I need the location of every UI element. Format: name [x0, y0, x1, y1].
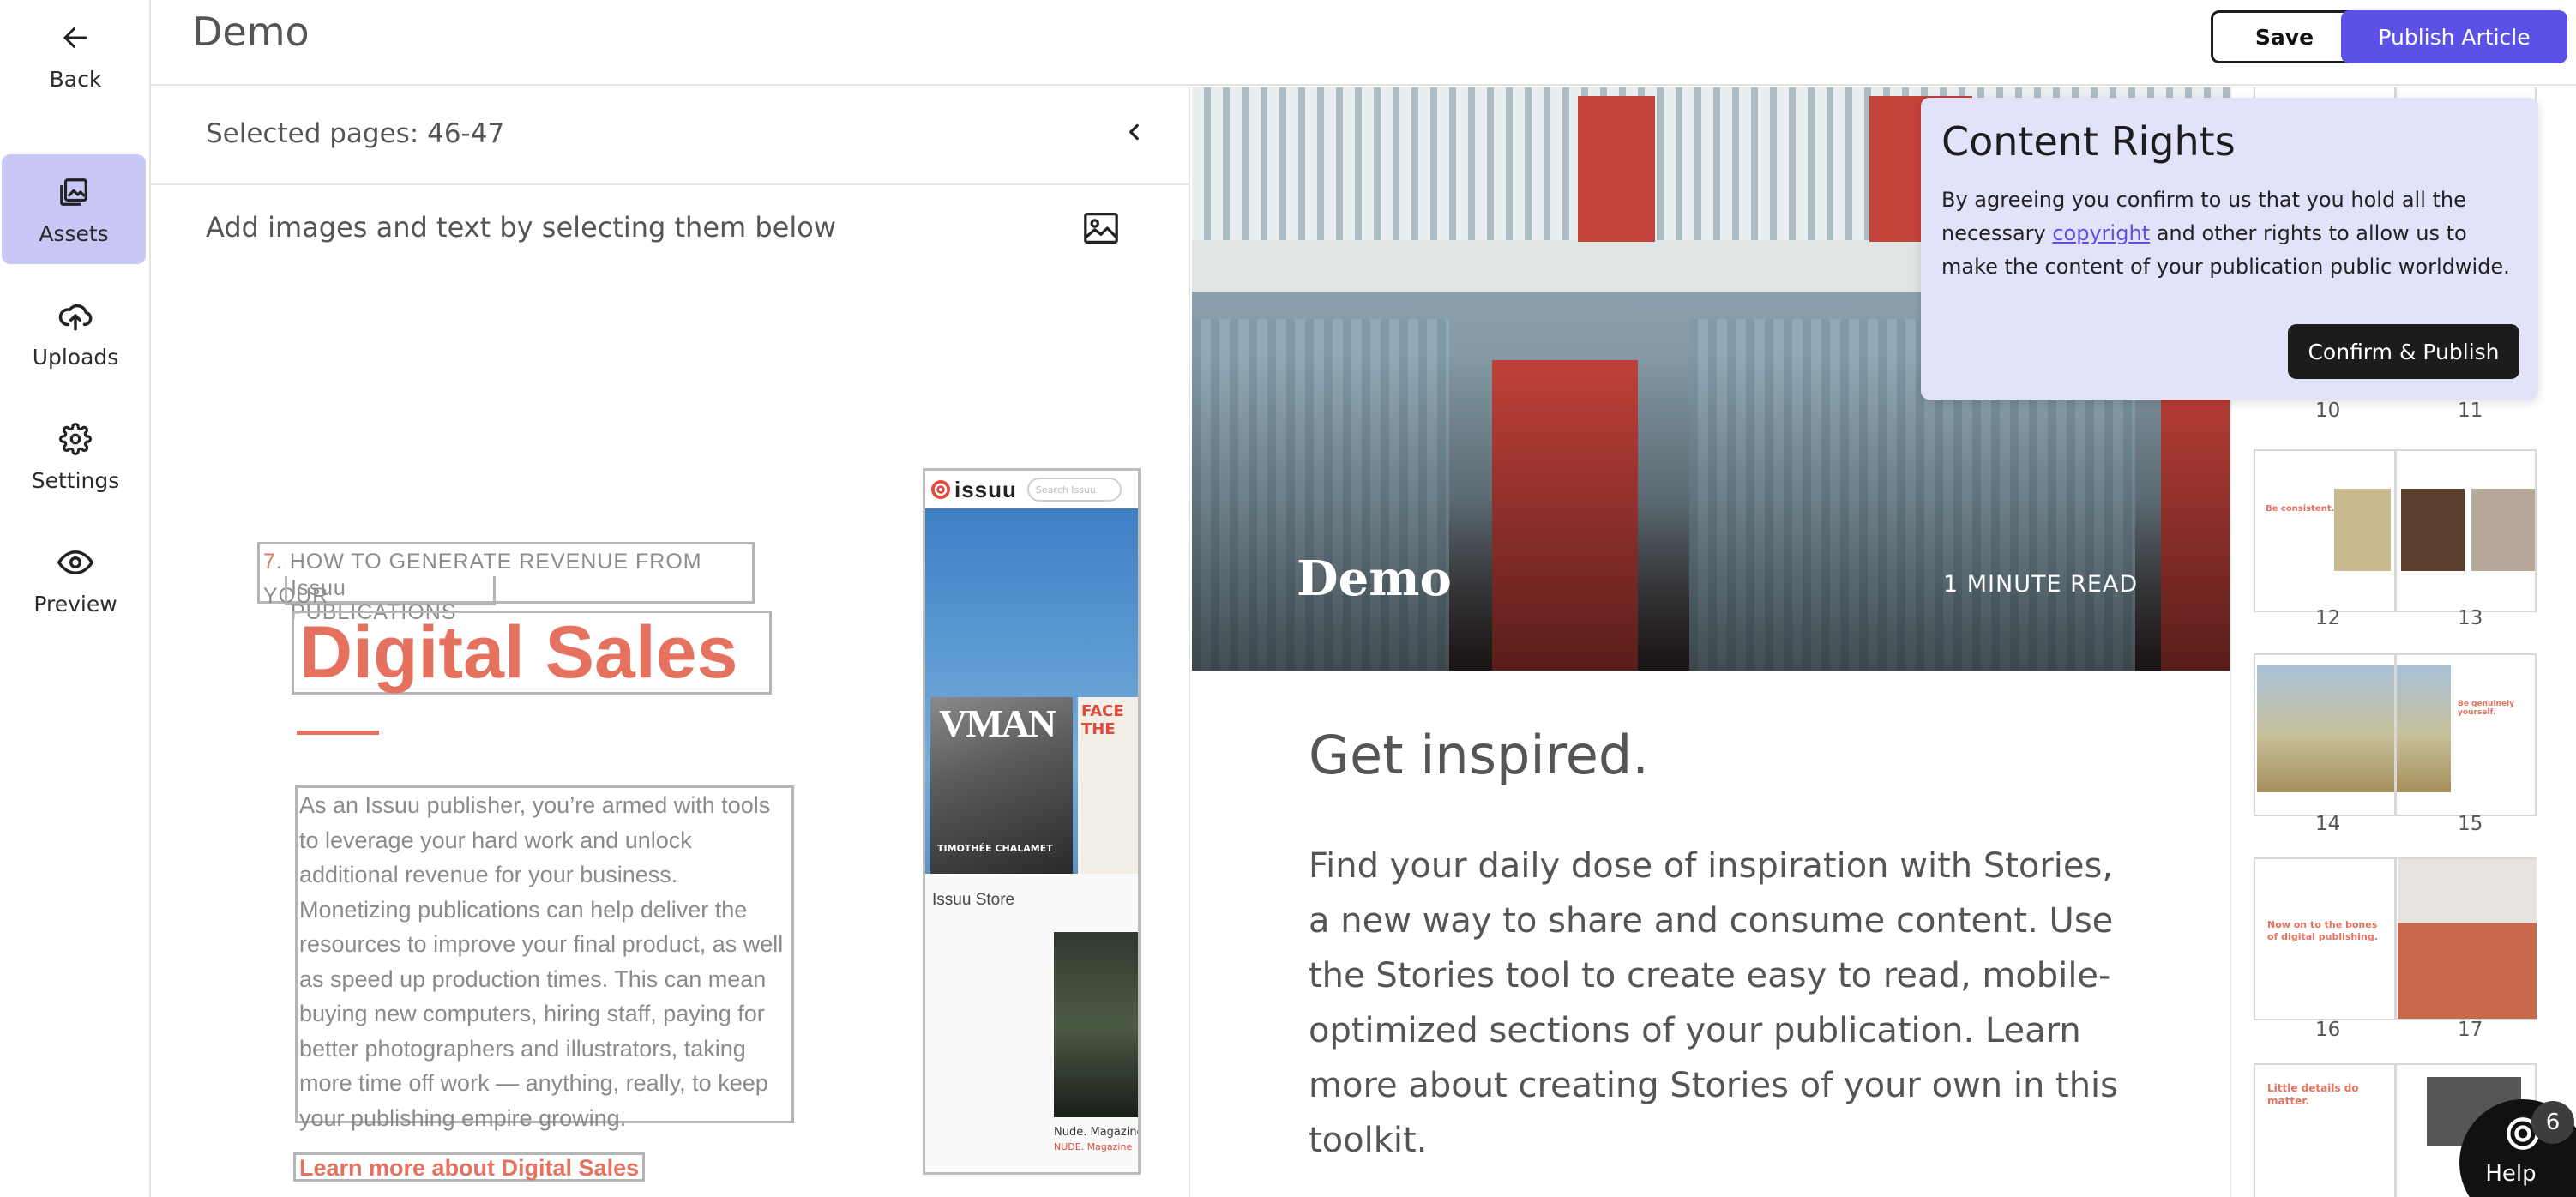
page-number: 14: [2315, 813, 2341, 835]
vman-logo: VMAN: [939, 701, 1056, 745]
thumb-text: Be genuinely yourself.: [2458, 700, 2515, 717]
image-icon[interactable]: [1082, 211, 1120, 249]
thumb-text: Little details do matter.: [2267, 1082, 2359, 1107]
thumb-text: Be consistent.: [2266, 504, 2335, 514]
content-rights-body: By agreeing you confirm to us that you h…: [1941, 183, 2525, 284]
gear-icon: [57, 420, 94, 458]
assets-hint: Add images and text by selecting them be…: [206, 211, 836, 244]
cloud-upload-icon: [57, 297, 94, 334]
selected-pages-label: Selected pages: 46-47: [206, 118, 505, 149]
nude-magazine-subtitle: NUDE. Magazine: [1054, 1141, 1133, 1152]
rail-item-uploads[interactable]: Uploads: [0, 278, 151, 388]
nude-magazine-cover: [1054, 932, 1138, 1117]
spread-gutter: [2394, 1065, 2397, 1197]
thumbnail-spread-16-17[interactable]: Now on to the bones of digital publishin…: [2254, 857, 2537, 1020]
face-cover: FACE THE: [1078, 697, 1138, 874]
vman-cover: VMAN TIMOTHÉE CHALAMET: [930, 697, 1073, 874]
issuu-store-label: Issuu Store: [932, 891, 1015, 909]
issuu-logo-text: issuu: [954, 476, 1017, 502]
toc-line-2[interactable]: Issuu PUBLICATIONS: [285, 576, 496, 624]
page-number: 11: [2458, 400, 2483, 422]
back-label: Back: [49, 66, 102, 92]
issuu-search-input: Search Issuu: [1026, 478, 1122, 502]
page-number: 13: [2458, 607, 2483, 629]
publish-article-button[interactable]: Publish Article: [2341, 10, 2567, 63]
read-time: 1 MINUTE READ: [1943, 571, 2139, 598]
settings-label: Settings: [31, 467, 120, 493]
rail-item-settings[interactable]: Settings: [0, 401, 151, 511]
nude-magazine-title: Nude. Magazine: [1054, 1126, 1141, 1139]
thumb-photo: [2471, 489, 2535, 571]
thumbnail-spread-14-15[interactable]: Be genuinely yourself.: [2254, 653, 2537, 816]
help-badge: 6: [2531, 1101, 2574, 1144]
copyright-link[interactable]: copyright: [2052, 221, 2150, 245]
spread-gutter: [2394, 859, 2397, 1019]
help-label: Help: [2485, 1161, 2537, 1187]
thumb-photo: [2401, 489, 2465, 571]
issuu-header: issuu Search Issuu: [925, 471, 1138, 508]
spread-gutter: [2394, 655, 2397, 815]
rail-item-assets[interactable]: Assets: [2, 154, 146, 264]
article-paragraph[interactable]: Find your daily dose of inspiration with…: [1309, 839, 2132, 1168]
selected-pages-row: Selected pages: 46-47: [151, 87, 1190, 185]
page-number: 12: [2315, 607, 2341, 629]
content-rights-popover: Content Rights By agreeing you confirm t…: [1921, 98, 2538, 400]
hero-title: Demo: [1297, 550, 1452, 607]
spread-gutter: [2394, 451, 2397, 611]
eye-icon: [57, 544, 94, 581]
digital-sales-link[interactable]: Learn more about Digital Sales: [293, 1152, 646, 1182]
content-rights-title: Content Rights: [1941, 118, 2236, 165]
page-number: 15: [2458, 813, 2483, 835]
preview-label: Preview: [33, 591, 117, 617]
page-number: 16: [2315, 1019, 2341, 1041]
digital-sales-title[interactable]: Digital Sales: [292, 611, 772, 695]
left-rail: Back Assets Uploads Settings Preview: [0, 0, 151, 1197]
document-title: Demo: [192, 9, 310, 55]
arrow-left-icon: [57, 19, 94, 57]
collapse-panel-button[interactable]: [1123, 120, 1146, 150]
title-underline: [297, 731, 379, 735]
confirm-publish-button[interactable]: Confirm & Publish: [2288, 324, 2519, 379]
toc-number: 7.: [263, 550, 283, 574]
face-cover-title: FACE THE: [1081, 702, 1124, 738]
assets-label: Assets: [39, 220, 109, 246]
back-button[interactable]: Back: [0, 0, 151, 110]
rail-item-preview[interactable]: Preview: [0, 525, 151, 635]
thumb-photo: [2398, 859, 2537, 1019]
digital-sales-body[interactable]: As an Issuu publisher, you’re armed with…: [295, 785, 794, 1131]
issuu-logo-icon: [931, 480, 950, 499]
uploads-label: Uploads: [32, 344, 119, 370]
issuu-store-image[interactable]: issuu Search Issuu VMAN TIMOTHÉE CHALAME…: [923, 468, 1141, 1175]
article-heading[interactable]: Get inspired.: [1309, 724, 1649, 786]
image-stack-icon: [55, 173, 93, 211]
thumb-photo: [2334, 489, 2391, 571]
chevron-left-icon: [1129, 123, 1139, 141]
page-number: 17: [2458, 1019, 2483, 1041]
assets-panel: Selected pages: 46-47 Add images and tex…: [151, 87, 1190, 1197]
thumb-text: Now on to the bones of digital publishin…: [2267, 919, 2378, 942]
thumbnail-spread-12-13[interactable]: Be consistent.: [2254, 449, 2537, 612]
thumb-photo: [2257, 665, 2451, 792]
vman-cover-line: TIMOTHÉE CHALAMET: [937, 843, 1053, 854]
save-button[interactable]: Save: [2211, 10, 2358, 63]
page-spread-preview: 7. HOW TO GENERATE REVENUE FROM YOUR Iss…: [151, 250, 1190, 1197]
page-number: 10: [2315, 400, 2341, 422]
